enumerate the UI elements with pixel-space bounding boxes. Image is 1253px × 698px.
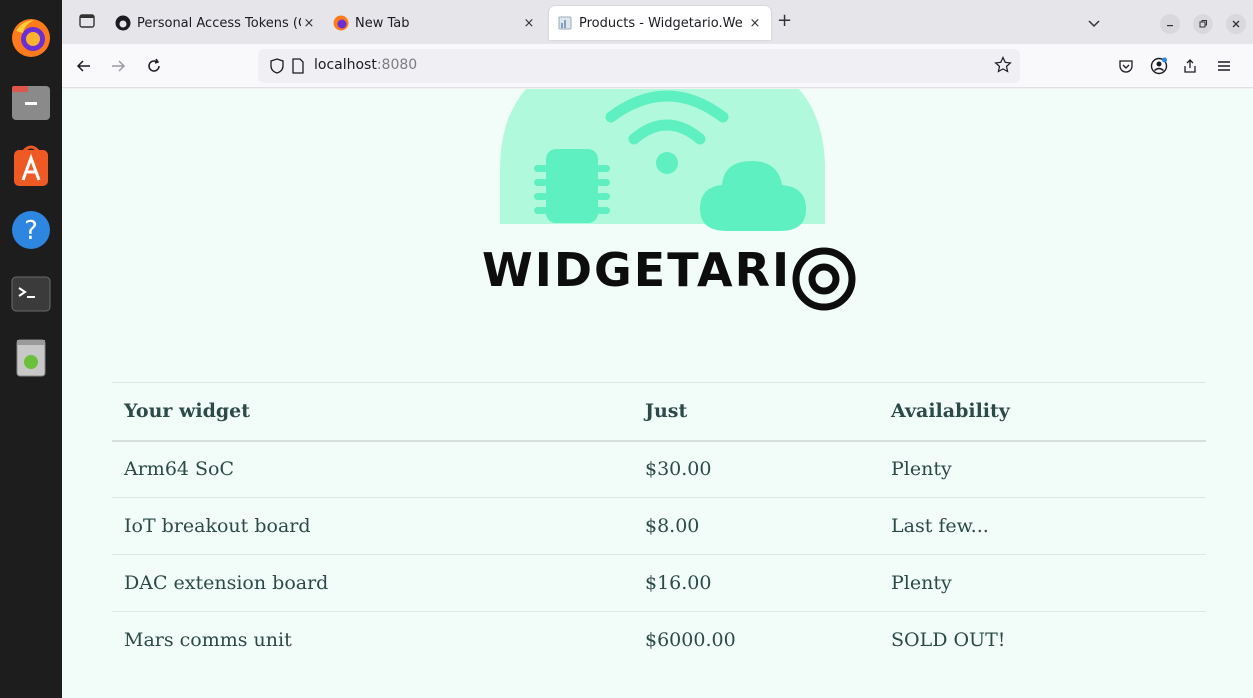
minimize-button[interactable] <box>1160 14 1180 34</box>
pocket-icon[interactable] <box>1114 54 1138 78</box>
back-button[interactable] <box>72 54 96 78</box>
tab-overview-icon[interactable] <box>78 12 98 32</box>
column-header-widget: Your widget <box>112 382 633 442</box>
table-row: Mars comms unit $6000.00 SOLD OUT! <box>112 612 1206 669</box>
price-cell: $30.00 <box>633 440 879 498</box>
logo-target-icon <box>792 247 856 311</box>
table-row: DAC extension board $16.00 Plenty <box>112 554 1206 612</box>
firefox-icon <box>333 15 349 31</box>
products-table: Your widget Just Availability Arm64 SoC … <box>112 382 1206 669</box>
terminal-icon[interactable] <box>7 270 55 318</box>
price-cell: $16.00 <box>633 554 879 612</box>
url-bar[interactable]: localhost:8080 <box>258 49 1020 83</box>
availability-cell: Last few... <box>879 497 1206 555</box>
table-header-row: Your widget Just Availability <box>112 382 1206 442</box>
logo-text: WIDGETARI <box>482 243 792 297</box>
widget-name-cell: Arm64 SoC <box>112 440 633 498</box>
widget-name-cell: DAC extension board <box>112 554 633 612</box>
widget-name-cell: Mars comms unit <box>124 629 292 652</box>
share-icon[interactable] <box>1178 54 1202 78</box>
close-icon[interactable]: × <box>301 16 317 31</box>
tab-title: Products - Widgetario.We <box>579 15 743 31</box>
price-cell: $8.00 <box>633 497 879 555</box>
table-row: IoT breakout board $8.00 Last few... <box>112 497 1206 555</box>
account-icon[interactable] <box>1147 54 1171 78</box>
restore-button[interactable] <box>1193 14 1213 34</box>
column-header-availability: Availability <box>879 382 1206 442</box>
shield-icon[interactable] <box>270 58 284 78</box>
url-port: :8080 <box>376 57 418 73</box>
github-icon <box>115 15 131 31</box>
logo-image <box>500 89 825 231</box>
app-center-icon[interactable] <box>7 142 55 190</box>
availability-cell: SOLD OUT! <box>891 629 1006 652</box>
close-icon[interactable]: × <box>747 16 763 31</box>
chevron-down-icon[interactable] <box>1087 15 1101 34</box>
menu-icon[interactable] <box>1212 54 1236 78</box>
tab-bar: Personal Access Tokens (C × New Tab × Pr… <box>62 0 1253 44</box>
table-row: Arm64 SoC $30.00 Plenty <box>112 440 1206 498</box>
close-icon[interactable]: × <box>521 16 537 31</box>
url-text[interactable]: localhost:8080 <box>314 57 417 73</box>
ubuntu-dock: ? <box>0 0 62 698</box>
tab-title: New Tab <box>355 15 410 31</box>
price-cell: $6000.00 <box>645 629 736 652</box>
page-icon <box>557 15 573 31</box>
trash-icon[interactable] <box>7 334 55 382</box>
new-tab-button[interactable]: + <box>777 12 792 30</box>
widget-name-cell: IoT breakout board <box>112 497 633 555</box>
tab-personal-access-tokens[interactable]: Personal Access Tokens (C × <box>107 6 325 40</box>
help-icon[interactable]: ? <box>7 206 55 254</box>
reload-button[interactable] <box>142 54 166 78</box>
page-content: WIDGETARI Your widget Just Availability … <box>62 89 1253 698</box>
column-header-price: Just <box>633 382 879 442</box>
page-icon[interactable] <box>292 58 304 78</box>
tab-products[interactable]: Products - Widgetario.We × <box>549 6 771 40</box>
availability-cell: Plenty <box>879 440 1206 498</box>
firefox-icon[interactable] <box>7 14 55 62</box>
files-icon[interactable] <box>7 78 55 126</box>
tab-title: Personal Access Tokens (C <box>137 15 301 31</box>
close-window-button[interactable] <box>1226 14 1246 34</box>
url-host: localhost <box>314 57 377 73</box>
tab-new-tab[interactable]: New Tab × <box>325 6 545 40</box>
availability-cell: Plenty <box>879 554 1206 612</box>
svg-text:?: ? <box>24 216 38 246</box>
navigation-bar: localhost:8080 <box>62 44 1253 88</box>
forward-button[interactable] <box>106 54 130 78</box>
bookmark-star-icon[interactable] <box>994 56 1012 78</box>
